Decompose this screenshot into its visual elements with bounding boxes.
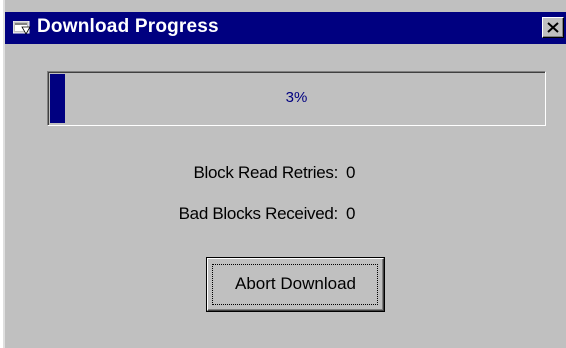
retries-row: Block Read Retries: 0 (5, 163, 566, 183)
block-read-retries-value: 0 (346, 163, 356, 182)
window-title: Download Progress (37, 16, 219, 37)
bad-blocks-row: Bad Blocks Received: 0 (5, 204, 566, 224)
title-bar[interactable]: Download Progress (5, 12, 566, 44)
block-read-retries-label: Block Read Retries: (193, 163, 338, 182)
close-x-icon (547, 22, 559, 33)
abort-download-label: Abort Download (235, 274, 356, 293)
close-button[interactable] (542, 17, 564, 38)
download-progress-bar: 3% (47, 71, 546, 126)
bad-blocks-received-label: Bad Blocks Received: (178, 204, 339, 223)
abort-download-button[interactable]: Abort Download (206, 257, 385, 312)
bad-blocks-received-value: 0 (346, 204, 356, 223)
download-progress-dialog: Download Progress 3% Block Read Retries:… (3, 0, 566, 348)
window-app-icon[interactable] (12, 20, 31, 35)
progress-percent-text: 3% (285, 89, 308, 106)
